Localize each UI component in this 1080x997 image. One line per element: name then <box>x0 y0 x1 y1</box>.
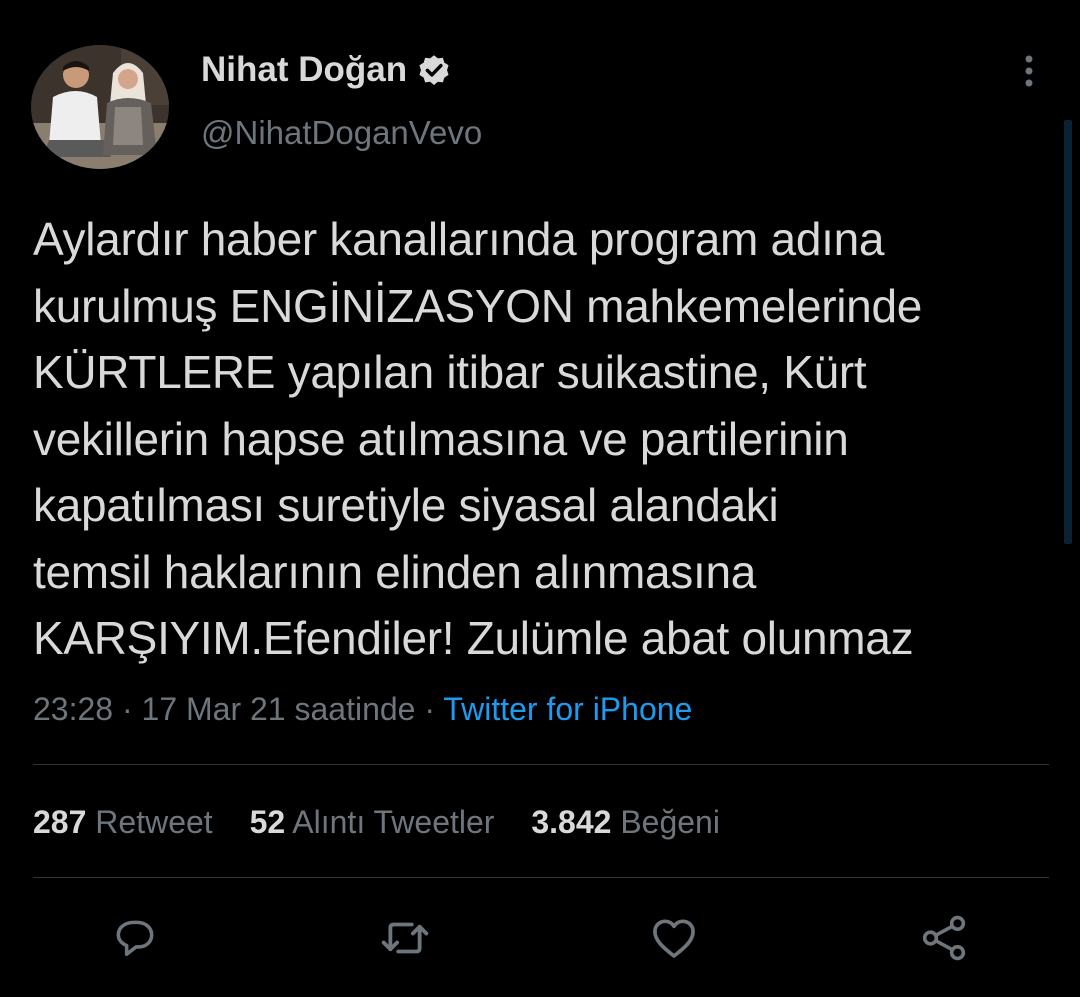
tweet-text: Aylardır haber kanallarında program adın… <box>33 213 923 664</box>
tweet-stats: 287 Retweet 52 Alıntı Tweetler 3.842 Beğ… <box>33 801 748 843</box>
likes-label: Beğeni <box>620 804 720 840</box>
retweets-count: 287 <box>33 804 87 840</box>
heart-icon <box>653 919 695 958</box>
like-button[interactable] <box>646 910 702 966</box>
reply-button[interactable] <box>107 910 163 966</box>
avatar[interactable] <box>31 45 169 169</box>
tweet-date[interactable]: 17 Mar 21 saatinde <box>142 691 416 727</box>
reply-icon <box>116 920 154 957</box>
share-button[interactable] <box>916 910 972 966</box>
tweet-source[interactable]: Twitter for iPhone <box>443 691 692 727</box>
tweet-meta: 23:28 · 17 Mar 21 saatinde · Twitter for… <box>33 688 692 730</box>
quotes-stat[interactable]: 52 Alıntı Tweetler <box>250 801 495 843</box>
author-handle[interactable]: @NihatDoganVevo <box>201 111 482 155</box>
likes-stat[interactable]: 3.842 Beğeni <box>531 801 720 843</box>
verified-badge-icon <box>419 55 449 85</box>
author-name[interactable]: Nihat Doğan <box>201 48 407 92</box>
quotes-label: Alıntı Tweetler <box>292 804 495 840</box>
quotes-count: 52 <box>249 804 286 840</box>
more-vertical-icon[interactable] <box>1010 50 1048 92</box>
likes-count: 3.842 <box>531 804 612 840</box>
retweets-stat[interactable]: 287 Retweet <box>33 801 213 843</box>
retweet-icon <box>381 922 429 954</box>
divider <box>33 764 1049 765</box>
retweet-button[interactable] <box>377 910 433 966</box>
retweets-label: Retweet <box>95 804 213 840</box>
meta-separator: · <box>424 691 436 727</box>
meta-separator: · <box>121 691 133 727</box>
share-icon <box>922 915 966 961</box>
divider <box>33 877 1049 878</box>
avatar-photo <box>31 45 169 169</box>
tweet-time[interactable]: 23:28 <box>33 691 113 727</box>
